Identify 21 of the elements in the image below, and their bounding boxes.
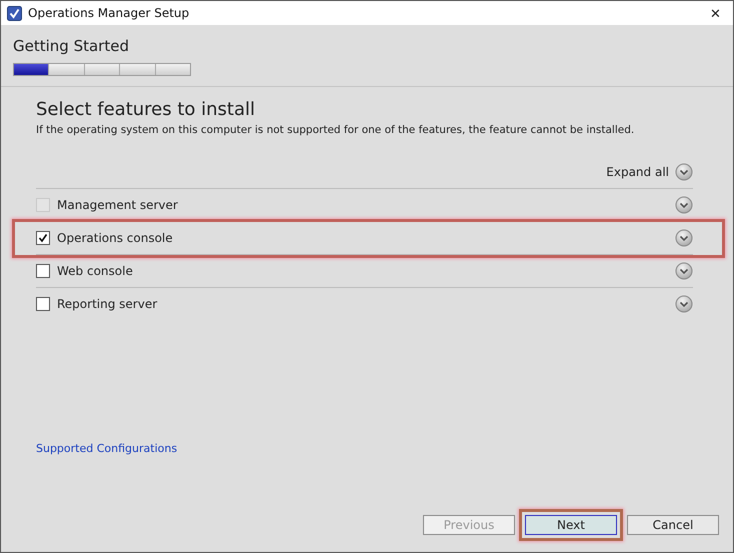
checkbox[interactable]	[36, 264, 50, 278]
feature-label: Management server	[57, 198, 179, 212]
expand-all-label[interactable]: Expand all	[606, 165, 669, 179]
chevron-down-icon[interactable]	[675, 163, 693, 181]
page-heading: Select features to install	[36, 99, 256, 120]
description-text: If the operating system on this computer is not supported for one of the features, the feature cannot be installed.	[36, 124, 636, 136]
feature-label: Web console	[57, 264, 134, 278]
stage-title: Getting Started	[13, 37, 130, 55]
checkbox[interactable]	[36, 297, 50, 311]
chevron-down-icon[interactable]	[675, 262, 693, 280]
checkbox[interactable]	[36, 231, 50, 245]
chevron-down-icon[interactable]	[675, 295, 693, 313]
app-icon	[7, 6, 22, 20]
close-button[interactable]: ✕	[704, 6, 727, 20]
wizard-button[interactable]: Cancel	[627, 515, 719, 535]
supported-configurations-link[interactable]: Supported Configurations	[36, 442, 178, 455]
feature-label: Operations console	[57, 231, 174, 245]
window-title: Operations Manager Setup	[28, 6, 190, 20]
wizard-button[interactable]: Next	[525, 515, 617, 535]
chevron-down-icon[interactable]	[675, 229, 693, 247]
feature-label: Reporting server	[57, 297, 158, 311]
